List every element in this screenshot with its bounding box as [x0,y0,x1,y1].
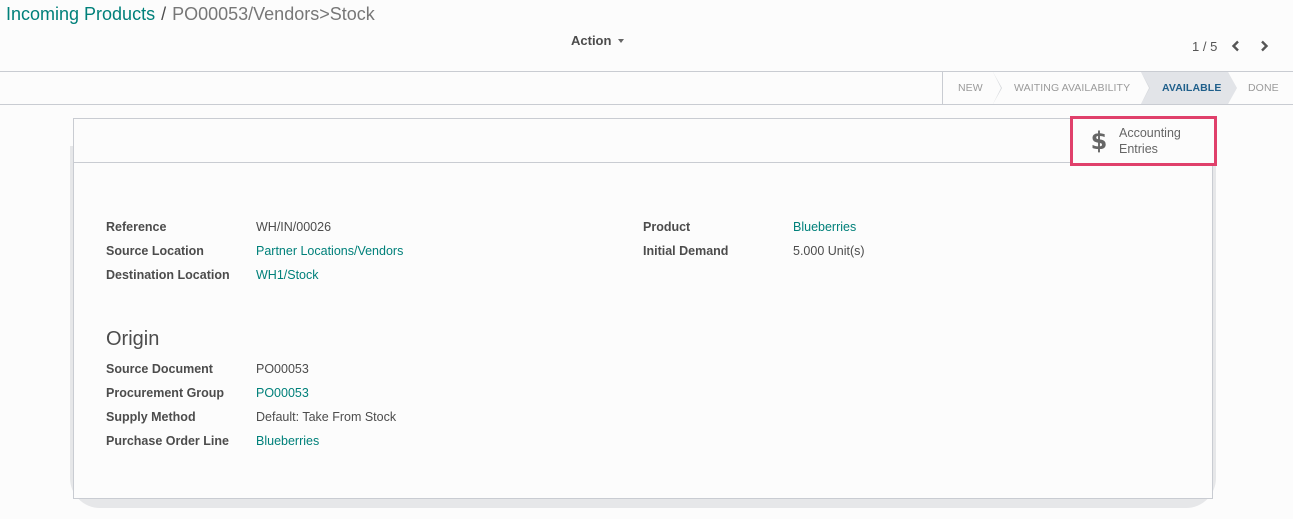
action-dropdown-button[interactable]: Action [571,33,625,48]
stage-done[interactable]: DONE [1228,72,1292,104]
pager: 1 / 5 [1192,37,1271,55]
form-sheet: $ Accounting Entries Reference WH/IN/000… [73,116,1217,499]
source-location-link[interactable]: Partner Locations/Vendors [256,243,403,259]
field-label: Procurement Group [106,386,225,400]
pager-value[interactable]: 1 / 5 [1192,39,1217,54]
stage-label: WAITING AVAILABILITY [1014,82,1131,94]
field-label: Reference [106,220,167,234]
action-label: Action [571,33,612,48]
field-value: Default: Take From Stock [256,410,397,424]
dollar-icon: $ [1090,127,1108,155]
control-panel: Incoming Products / PO00053/Vendors>Stock … [0,0,1293,72]
field-label: Product [643,220,691,234]
field-supply-method: Supply Method Default: Take From Stock [106,409,396,425]
field-destination-location: Destination Location WH1/Stock [106,267,319,283]
field-value: 5.000 Unit(s) [793,244,865,258]
field-label: Source Location [106,244,204,258]
field-reference: Reference WH/IN/00026 [106,219,331,235]
field-label: Purchase Order Line [106,434,229,448]
field-purchase-order-line: Purchase Order Line Blueberries [106,433,319,449]
field-value: WH/IN/00026 [256,220,332,234]
destination-location-link[interactable]: WH1/Stock [256,267,319,283]
field-source-location: Source Location Partner Locations/Vendor… [106,243,403,259]
field-procurement-group: Procurement Group PO00053 [106,385,309,401]
field-value: PO00053 [256,362,309,376]
stage-new[interactable]: NEW [943,72,1002,104]
purchase-order-line-link[interactable]: Blueberries [256,433,319,449]
pager-next-button[interactable] [1257,37,1271,55]
field-label: Initial Demand [643,244,729,258]
pager-previous-button[interactable] [1229,37,1243,55]
field-source-document: Source Document PO00053 [106,361,309,377]
breadcrumb: Incoming Products / PO00053/Vendors>Stock [6,3,375,25]
origin-section-title: Origin [106,328,160,350]
accounting-entries-label: Accounting Entries [1119,126,1181,156]
stage-label: NEW [958,82,983,94]
breadcrumb-incoming-products[interactable]: Incoming Products [6,4,155,24]
breadcrumb-separator: / [161,4,167,24]
stage-label: AVAILABLE [1162,82,1222,94]
field-label: Destination Location [106,268,230,282]
field-initial-demand: Initial Demand 5.000 Unit(s) [643,243,865,259]
statusbar-row: NEW WAITING AVAILABILITY AVAILABLE DONE [0,72,1293,105]
stage-available[interactable]: AVAILABLE [1141,72,1237,104]
field-label: Supply Method [106,410,196,424]
statusbar: NEW WAITING AVAILABILITY AVAILABLE DONE [942,72,1292,104]
stage-waiting-availability[interactable]: WAITING AVAILABILITY [993,72,1150,104]
chevron-left-icon [1232,40,1240,52]
caret-down-icon [618,38,625,43]
product-link[interactable]: Blueberries [793,219,856,235]
field-product: Product Blueberries [643,219,856,235]
accounting-entries-button[interactable]: $ Accounting Entries [1070,116,1217,166]
breadcrumb-current: PO00053/Vendors>Stock [172,4,375,24]
procurement-group-link[interactable]: PO00053 [256,385,309,401]
button-box: $ Accounting Entries [74,116,1217,166]
chevron-right-icon [1261,40,1269,52]
stage-label: DONE [1248,82,1279,94]
field-label: Source Document [106,362,213,376]
